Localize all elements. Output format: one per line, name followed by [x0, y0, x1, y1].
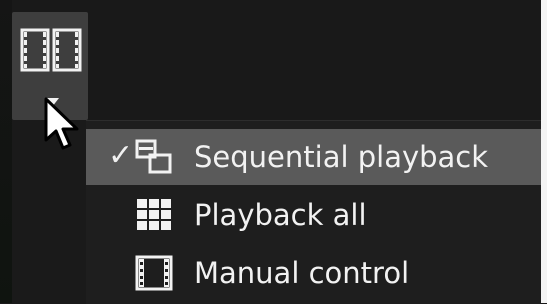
check-icon: ✓	[108, 138, 134, 173]
film-frames-icon	[20, 28, 82, 72]
menu-item-label: Sequential playback	[194, 140, 489, 174]
sequential-frames-icon	[135, 139, 172, 174]
window-edge	[541, 0, 547, 303]
mouse-cursor-icon	[44, 97, 79, 150]
grid-icon	[137, 199, 171, 230]
menu-item-label: Manual control	[194, 256, 410, 290]
menu-item-playback-all[interactable]: Playback all	[86, 187, 541, 243]
left-panel-edge	[0, 0, 12, 303]
menu-item-label: Playback all	[194, 198, 367, 232]
film-frame-icon	[135, 255, 173, 291]
playback-mode-menu: ✓ Sequential playback Playback all Manua…	[86, 120, 541, 304]
menu-item-sequential-playback[interactable]: ✓ Sequential playback	[86, 129, 541, 185]
toolbar	[12, 0, 541, 120]
menu-item-manual-control[interactable]: Manual control	[86, 245, 541, 301]
